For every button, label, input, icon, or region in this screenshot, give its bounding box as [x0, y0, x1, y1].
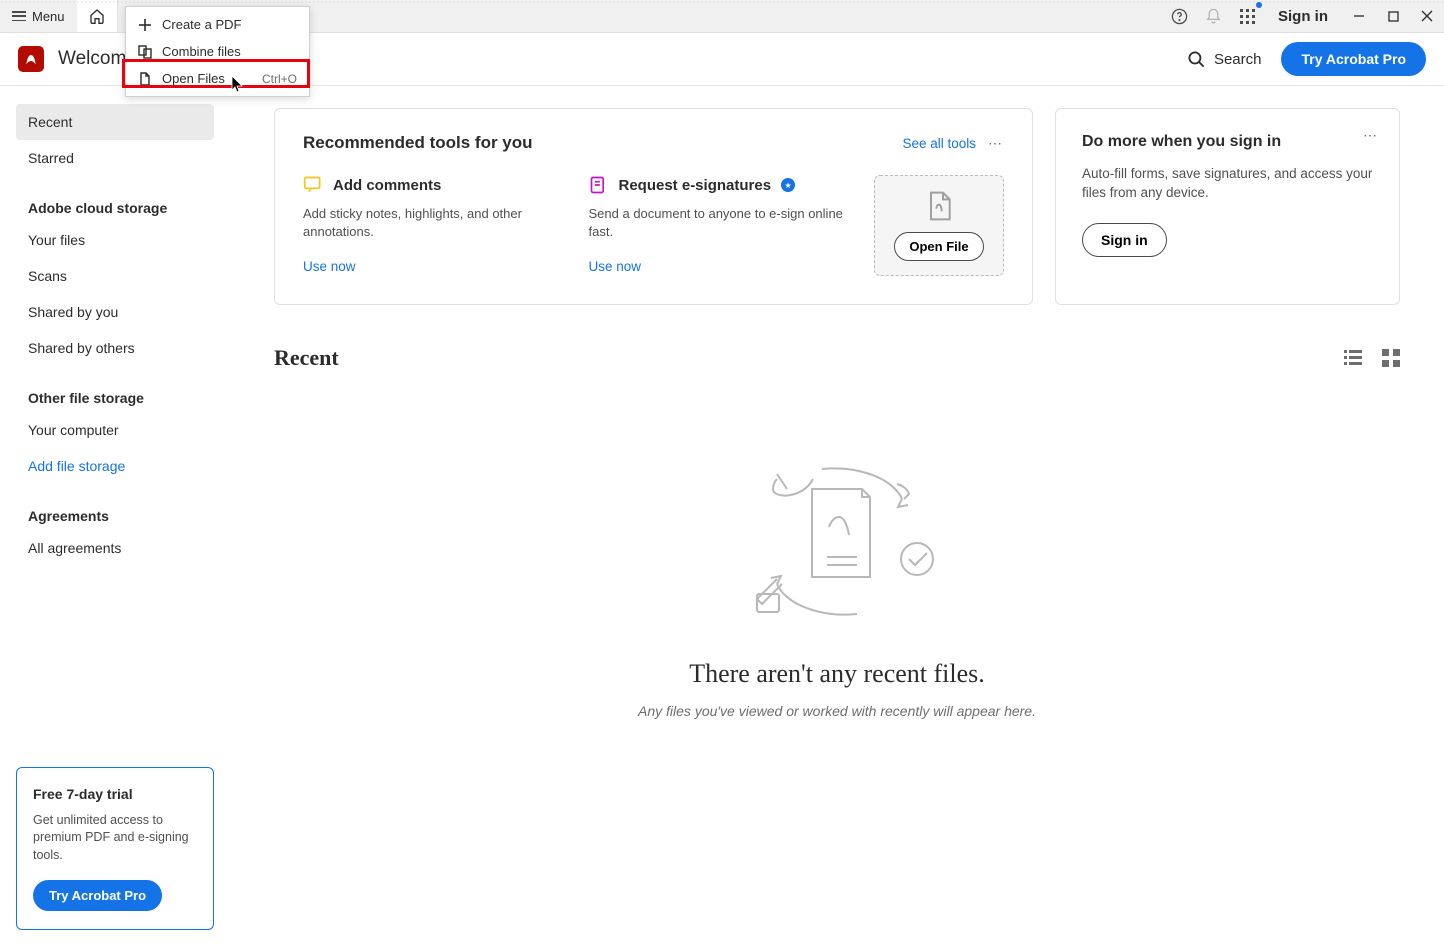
signin-card-desc: Auto-fill forms, save signatures, and ac…	[1082, 165, 1373, 203]
recent-heading: Recent	[274, 345, 339, 371]
open-files-menu-item[interactable]: Open Files Ctrl+O	[126, 65, 309, 92]
home-tab[interactable]	[77, 0, 118, 32]
sidebar: Recent Starred Adobe cloud storage Your …	[0, 86, 230, 948]
content-area: Recommended tools for you See all tools …	[230, 86, 1444, 948]
open-file-tile[interactable]: Open File	[874, 175, 1004, 276]
recommended-tools-card: Recommended tools for you See all tools …	[274, 108, 1033, 305]
sidebar-item-scans[interactable]: Scans	[16, 258, 214, 294]
tools-more-menu[interactable]: ⋯	[988, 135, 1004, 152]
sidebar-add-file-storage[interactable]: Add file storage	[16, 448, 214, 484]
notification-dot	[1256, 2, 1262, 8]
combine-icon	[138, 45, 152, 59]
menu-button[interactable]: Menu	[0, 0, 77, 32]
maximize-button[interactable]	[1376, 0, 1410, 32]
apps-button[interactable]	[1230, 0, 1264, 32]
signin-card-title: Do more when you sign in	[1082, 133, 1373, 151]
signin-card-more[interactable]: ⋯	[1363, 127, 1379, 144]
minimize-icon	[1353, 10, 1365, 22]
create-pdf-menu-item[interactable]: Create a PDF	[126, 11, 309, 38]
file-icon	[138, 72, 152, 86]
notifications-button[interactable]	[1196, 0, 1230, 32]
combine-files-menu-item[interactable]: Combine files	[126, 38, 309, 65]
tool-request-esign: Request e-signatures ★ Send a document t…	[589, 175, 845, 276]
tool-esign-desc: Send a document to anyone to e-sign onli…	[589, 205, 845, 241]
list-view-icon	[1344, 349, 1362, 367]
grid-view-icon	[1382, 349, 1400, 367]
empty-illustration	[707, 439, 967, 639]
sidebar-item-starred[interactable]: Starred	[16, 140, 214, 176]
sidebar-item-recent[interactable]: Recent	[16, 104, 214, 140]
apps-grid-icon	[1240, 9, 1255, 24]
minimize-button[interactable]	[1342, 0, 1376, 32]
sign-in-link-top[interactable]: Sign in	[1264, 8, 1342, 25]
grid-view-button[interactable]	[1382, 349, 1400, 367]
tool-esign-title: Request e-signatures	[619, 177, 772, 194]
home-icon	[89, 8, 105, 24]
sidebar-item-all-agreements[interactable]: All agreements	[16, 530, 214, 566]
cards-row: Recommended tools for you See all tools …	[274, 108, 1400, 305]
search-label: Search	[1214, 51, 1262, 68]
open-file-button[interactable]: Open File	[894, 232, 983, 261]
trial-desc: Get unlimited access to premium PDF and …	[33, 812, 197, 865]
tool-add-comments-desc: Add sticky notes, highlights, and other …	[303, 205, 559, 241]
trial-title: Free 7-day trial	[33, 786, 197, 802]
help-button[interactable]	[1162, 0, 1196, 32]
open-files-shortcut: Ctrl+O	[262, 72, 297, 86]
plus-dropdown-menu: Create a PDF Combine files Open Files Ct…	[125, 6, 310, 97]
signature-icon	[589, 175, 609, 195]
see-all-tools-link[interactable]: See all tools	[902, 136, 976, 151]
dotted-texture	[0, 0, 1444, 4]
trial-card: Free 7-day trial Get unlimited access to…	[16, 767, 214, 931]
close-icon	[1421, 10, 1433, 22]
main-area: Recent Starred Adobe cloud storage Your …	[0, 86, 1444, 948]
plus-icon	[138, 18, 152, 32]
try-acrobat-pro-button[interactable]: Try Acrobat Pro	[1281, 42, 1426, 76]
maximize-icon	[1388, 11, 1399, 22]
sidebar-item-your-computer[interactable]: Your computer	[16, 412, 214, 448]
signin-card: ⋯ Do more when you sign in Auto-fill for…	[1055, 108, 1400, 305]
close-button[interactable]	[1410, 0, 1444, 32]
list-view-button[interactable]	[1344, 349, 1362, 367]
empty-recent-state: There aren't any recent files. Any files…	[274, 399, 1400, 719]
combine-files-label: Combine files	[162, 44, 241, 59]
bell-icon	[1205, 8, 1222, 25]
sidebar-item-shared-by-others[interactable]: Shared by others	[16, 330, 214, 366]
empty-title: There aren't any recent files.	[274, 659, 1400, 689]
signin-card-button[interactable]: Sign in	[1082, 223, 1167, 257]
sidebar-item-shared-by-you[interactable]: Shared by you	[16, 294, 214, 330]
sidebar-heading-other: Other file storage	[16, 380, 214, 412]
premium-badge-icon: ★	[781, 178, 795, 192]
hamburger-icon	[12, 11, 26, 21]
empty-subtitle: Any files you've viewed or worked with r…	[274, 703, 1400, 719]
window-controls: Sign in	[1162, 0, 1444, 32]
acrobat-logo	[18, 46, 44, 72]
help-icon	[1171, 8, 1188, 25]
create-pdf-label: Create a PDF	[162, 17, 241, 32]
tool-add-comments-title: Add comments	[333, 177, 441, 194]
tools-card-title: Recommended tools for you	[303, 133, 533, 153]
search-button[interactable]: Search	[1187, 50, 1262, 69]
sidebar-heading-agreements: Agreements	[16, 498, 214, 530]
tool-add-comments: Add comments Add sticky notes, highlight…	[303, 175, 559, 276]
tool-esign-use[interactable]: Use now	[589, 259, 845, 274]
menu-label: Menu	[32, 9, 65, 24]
pdf-file-icon	[923, 190, 955, 222]
sidebar-heading-cloud: Adobe cloud storage	[16, 190, 214, 222]
recent-section-header: Recent	[274, 345, 1400, 371]
trial-try-button[interactable]: Try Acrobat Pro	[33, 880, 162, 911]
comment-icon	[303, 175, 323, 195]
sidebar-item-your-files[interactable]: Your files	[16, 222, 214, 258]
open-files-label: Open Files	[162, 71, 225, 86]
search-icon	[1187, 50, 1206, 69]
tool-add-comments-use[interactable]: Use now	[303, 259, 559, 274]
